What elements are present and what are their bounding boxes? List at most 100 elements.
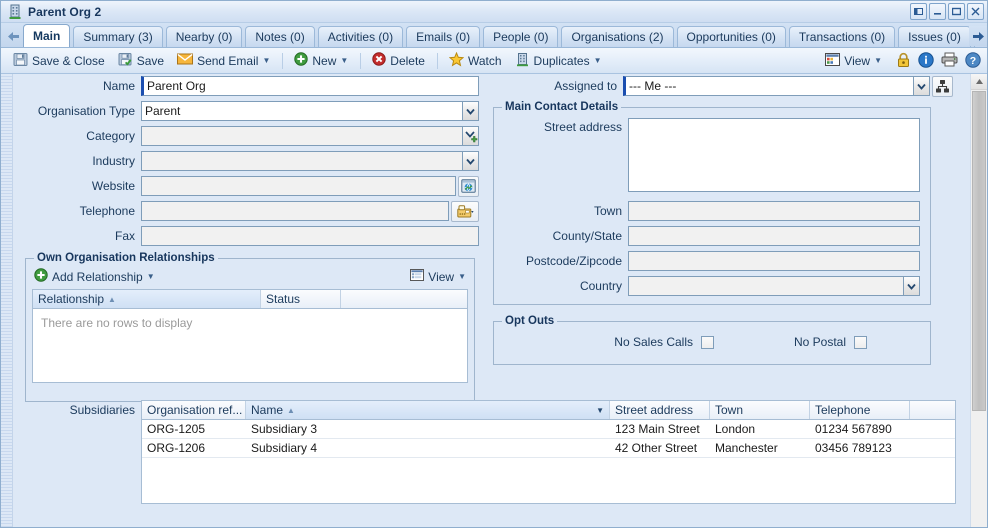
opt-out-no-postal[interactable]: No Postal	[794, 331, 868, 353]
save-and-close-button[interactable]: Save & Close	[7, 49, 111, 73]
postcode-zipcode-input[interactable]	[628, 251, 920, 271]
print-icon[interactable]	[941, 52, 958, 70]
chevron-down-icon[interactable]	[913, 76, 930, 96]
tab-organisations[interactable]: Organisations (2)	[561, 26, 674, 47]
column-header-telephone[interactable]: Telephone	[810, 401, 910, 419]
arrow-left-icon[interactable]	[3, 26, 23, 47]
view-button[interactable]: View ▼	[819, 50, 888, 72]
subsidiaries-grid-header: Organisation ref... Name ▲ ▼ Street addr…	[142, 401, 955, 420]
scroll-up-icon[interactable]	[971, 74, 987, 90]
column-header-blank[interactable]	[341, 290, 467, 308]
field-category: Category	[13, 124, 479, 148]
tab-notes[interactable]: Notes (0)	[245, 26, 315, 47]
tab-label: Issues (0)	[908, 30, 961, 44]
add-relationship-button[interactable]: Add Relationship ▼	[34, 268, 155, 285]
tab-label: Summary (3)	[83, 30, 153, 44]
table-row[interactable]: ORG-1206 Subsidiary 4 42 Other Street Ma…	[142, 439, 955, 458]
new-button[interactable]: New ▼	[288, 49, 354, 72]
record-body: Name Organisation Type Parent	[1, 74, 987, 527]
column-header-status[interactable]: Status	[261, 290, 341, 308]
watch-button[interactable]: Watch	[443, 49, 508, 73]
duplicates-button[interactable]: Duplicates ▼	[509, 49, 608, 73]
save-and-close-label: Save & Close	[32, 53, 105, 68]
category-select[interactable]	[141, 126, 479, 146]
tab-people[interactable]: People (0)	[483, 26, 559, 47]
tab-opportunities[interactable]: Opportunities (0)	[676, 26, 786, 47]
cell-organisation-ref: ORG-1205	[147, 422, 206, 436]
opt-out-no-sales-calls[interactable]: No Sales Calls	[500, 331, 714, 353]
restore-down-icon[interactable]	[910, 3, 927, 20]
field-town: Town	[500, 199, 924, 223]
chevron-down-icon[interactable]	[462, 151, 479, 171]
help-icon[interactable]: ?	[965, 51, 981, 71]
tab-activities[interactable]: Activities (0)	[317, 26, 404, 47]
tab-label: Organisations (2)	[571, 30, 664, 44]
column-header-name[interactable]: Name ▲ ▼	[246, 401, 610, 419]
field-fax: Fax	[13, 224, 479, 248]
field-label: County/State	[552, 229, 622, 243]
field-label: Country	[579, 279, 622, 293]
chevron-down-icon[interactable]	[903, 276, 920, 296]
country-select[interactable]	[628, 276, 920, 296]
vertical-scrollbar[interactable]	[970, 74, 987, 527]
tab-nearby[interactable]: Nearby (0)	[165, 26, 243, 47]
column-label: Status	[266, 292, 301, 306]
tab-main[interactable]: Main	[23, 24, 71, 47]
column-header-organisation-ref[interactable]: Organisation ref...	[142, 401, 246, 419]
column-header-town[interactable]: Town	[710, 401, 810, 419]
column-menu-icon[interactable]: ▼	[596, 406, 604, 415]
no-postal-checkbox[interactable]	[854, 335, 868, 349]
tab-summary[interactable]: Summary (3)	[73, 26, 163, 47]
info-icon[interactable]	[918, 51, 934, 71]
lock-icon[interactable]	[896, 52, 911, 71]
chevron-down-icon: ▼	[146, 271, 155, 281]
website-input[interactable]	[141, 176, 456, 196]
chevron-down-icon[interactable]	[462, 101, 479, 121]
name-input[interactable]	[141, 76, 479, 96]
town-input[interactable]	[628, 201, 920, 221]
column-label: Relationship	[38, 292, 105, 306]
arrow-right-icon[interactable]	[969, 26, 987, 46]
tab-transactions[interactable]: Transactions (0)	[788, 26, 896, 47]
window-title: Parent Org 2	[28, 4, 102, 19]
field-organisation-type: Organisation Type Parent	[13, 99, 479, 123]
country-value	[628, 276, 903, 296]
column-header-relationship[interactable]: Relationship ▲	[33, 290, 261, 308]
select-user-group-icon[interactable]	[932, 75, 953, 97]
telephone-input[interactable]	[141, 201, 449, 221]
save-button[interactable]: Save	[112, 49, 170, 73]
organisation-type-select[interactable]: Parent	[141, 101, 479, 121]
scrollbar-thumb[interactable]	[972, 91, 986, 411]
dial-phone-icon[interactable]	[451, 200, 479, 222]
column-header-blank[interactable]	[910, 401, 955, 419]
table-row[interactable]: ORG-1205 Subsidiary 3 123 Main Street Lo…	[142, 420, 955, 439]
street-address-textarea[interactable]	[628, 118, 920, 192]
star-icon	[448, 51, 465, 70]
plus-circle-icon	[294, 52, 309, 69]
field-label: Assigned to	[554, 79, 617, 93]
send-email-button[interactable]: Send Email ▼	[171, 50, 276, 71]
column-header-street-address[interactable]: Street address	[610, 401, 710, 419]
tab-label: Notes (0)	[255, 30, 305, 44]
field-country: Country	[500, 274, 924, 298]
fax-input[interactable]	[141, 226, 479, 246]
toolbar-divider	[360, 52, 362, 69]
column-label: Town	[715, 403, 744, 417]
no-sales-calls-checkbox[interactable]	[701, 335, 714, 349]
cell-street-address: 123 Main Street	[615, 422, 700, 436]
field-label: Category	[86, 129, 135, 143]
industry-select[interactable]	[141, 151, 479, 171]
relationships-view-button[interactable]: View ▼	[410, 269, 466, 284]
toolbar-right-group: View ▼ ?	[819, 48, 981, 74]
assigned-to-select[interactable]: --- Me ---	[623, 76, 930, 96]
delete-button[interactable]: Delete	[366, 49, 431, 72]
tab-emails[interactable]: Emails (0)	[406, 26, 481, 47]
open-website-icon[interactable]	[458, 175, 479, 197]
close-icon[interactable]	[967, 3, 984, 20]
county-state-input[interactable]	[628, 226, 920, 246]
chevron-down-add-icon[interactable]	[462, 126, 479, 146]
minimize-icon[interactable]	[929, 3, 946, 20]
category-value	[141, 126, 462, 146]
tab-issues[interactable]: Issues (0)	[898, 26, 971, 47]
maximize-icon[interactable]	[948, 3, 965, 20]
